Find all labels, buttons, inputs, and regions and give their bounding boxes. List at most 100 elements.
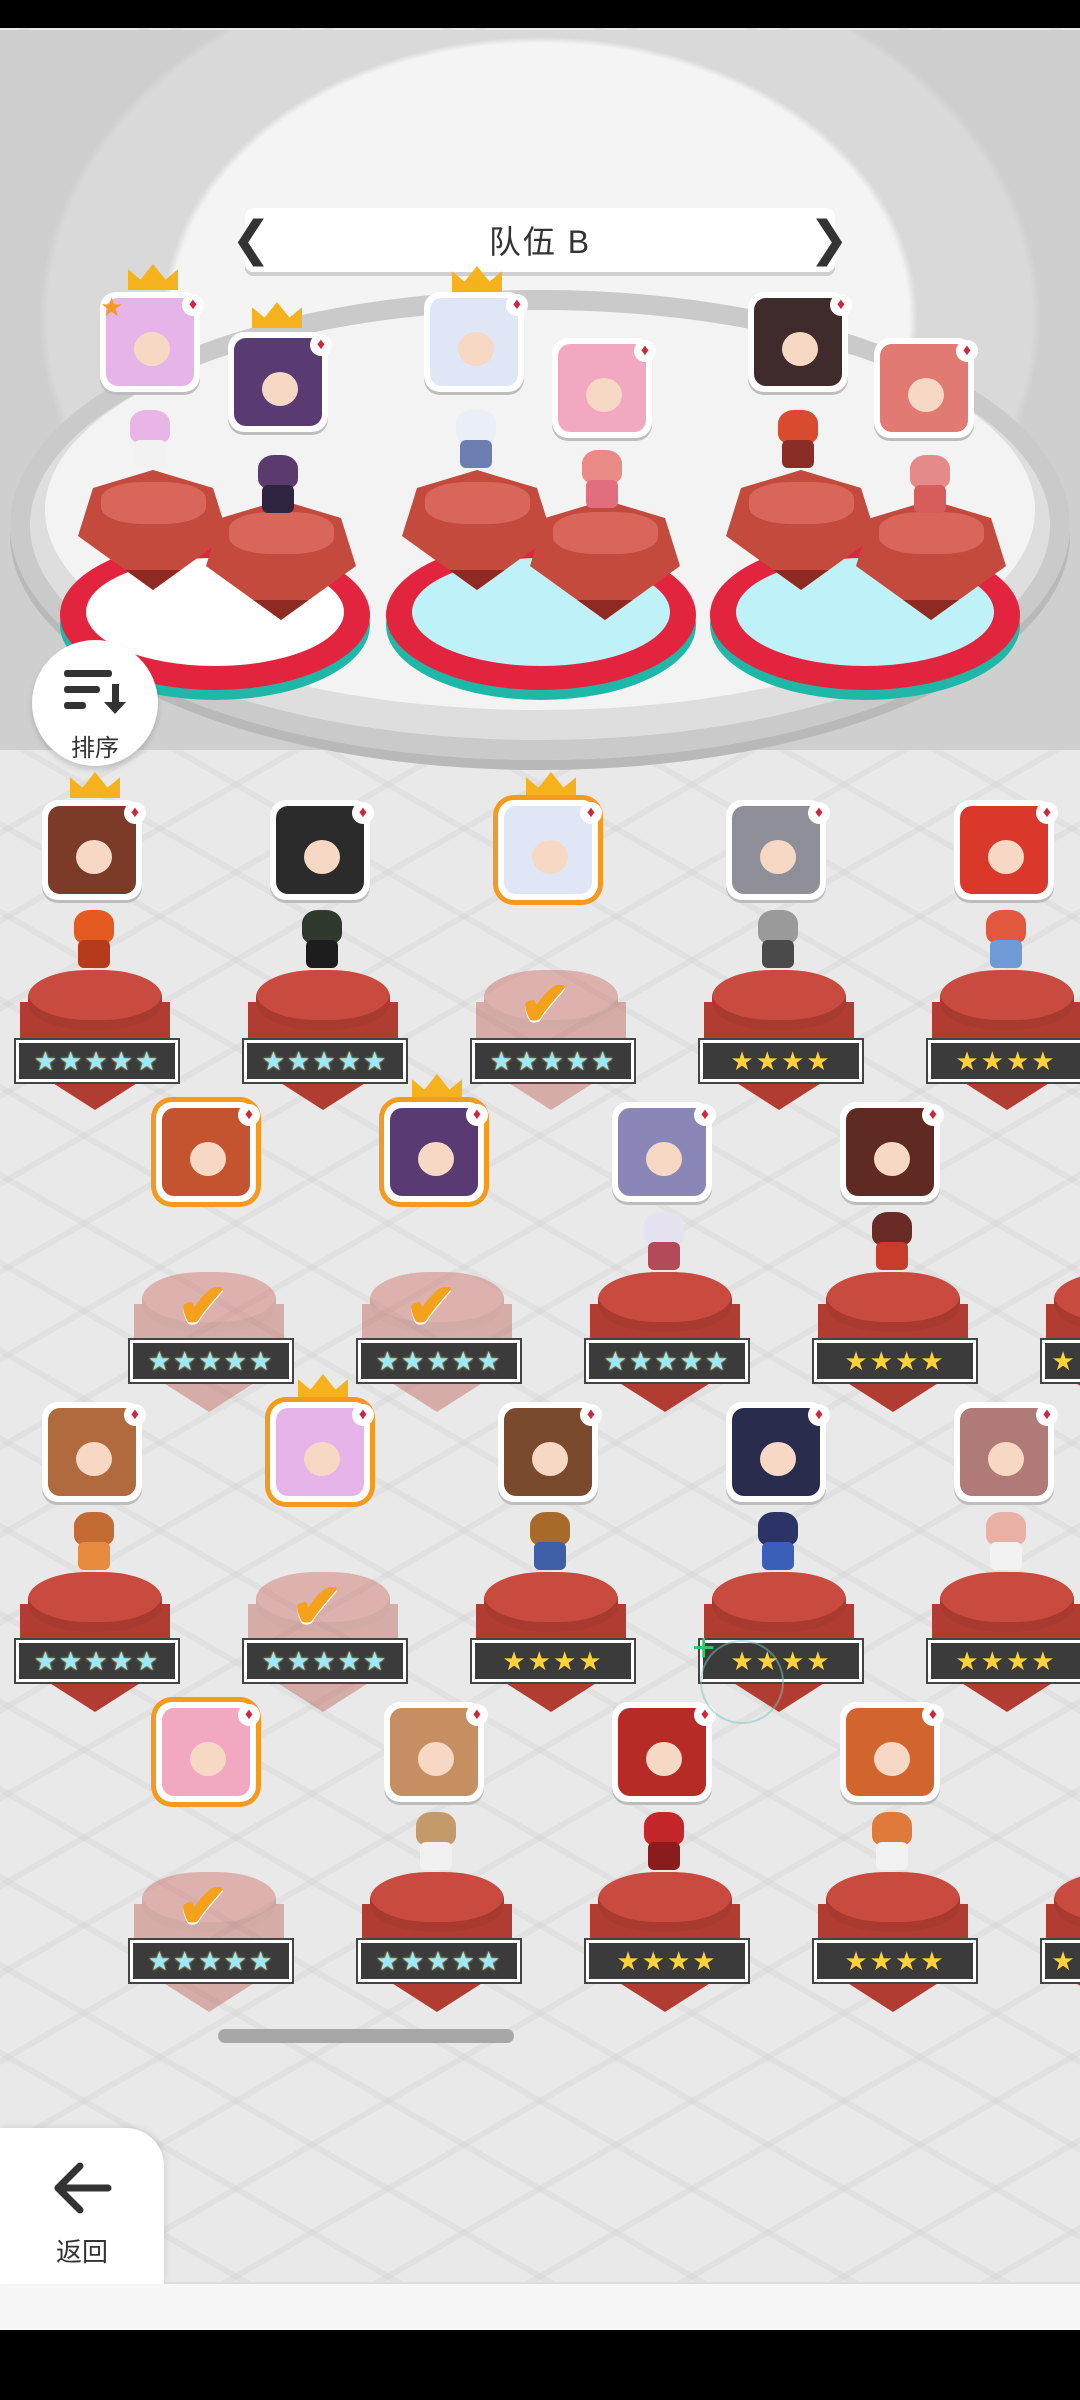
sort-icon bbox=[64, 670, 126, 714]
diamond-suit-icon: ♦ bbox=[634, 340, 656, 362]
rarity-stars: ★★★★★ bbox=[130, 1940, 292, 1982]
team-portrait-5[interactable]: ♦ bbox=[748, 292, 852, 392]
roster-portrait-selected[interactable]: ♦ bbox=[498, 800, 602, 900]
rarity-stars: ★★★★★ bbox=[472, 1040, 634, 1082]
roster-portrait[interactable]: ♦ bbox=[498, 1402, 602, 1502]
roster-sprite bbox=[64, 910, 124, 970]
roster-portrait[interactable]: ♦ bbox=[954, 800, 1058, 900]
team-sprite[interactable] bbox=[768, 410, 828, 470]
diamond-suit-icon: ♦ bbox=[352, 802, 374, 824]
diamond-suit-icon: ♦ bbox=[238, 1104, 260, 1126]
roster-pedestal[interactable] bbox=[20, 960, 170, 1110]
rarity-stars: ★★★★★ bbox=[586, 1340, 748, 1382]
roster-portrait-selected[interactable]: ♦ bbox=[384, 1102, 488, 1202]
roster-sprite bbox=[634, 1212, 694, 1272]
roster-pedestal[interactable] bbox=[818, 1862, 968, 2012]
scrollbar[interactable] bbox=[218, 2029, 514, 2043]
team-title: 队伍 B bbox=[488, 224, 592, 260]
roster-pedestal[interactable] bbox=[932, 1562, 1080, 1712]
team-portrait-4[interactable]: ♦ bbox=[552, 338, 656, 438]
rarity-stars: ★★★★★ bbox=[244, 1640, 406, 1682]
team-portrait-2[interactable]: ♦ bbox=[228, 332, 332, 432]
diamond-suit-icon: ♦ bbox=[808, 802, 830, 824]
chevron-right-icon[interactable]: ❯ bbox=[809, 214, 849, 266]
roster-sprite bbox=[976, 910, 1036, 970]
roster-sprite bbox=[862, 1212, 922, 1272]
diamond-suit-icon: ♦ bbox=[1036, 1404, 1058, 1426]
roster-pedestal[interactable] bbox=[932, 960, 1080, 1110]
touch-target-indicator bbox=[692, 1626, 784, 1724]
roster-portrait-selected[interactable]: ♦ bbox=[156, 1102, 260, 1202]
team-sprite[interactable] bbox=[248, 455, 308, 515]
system-nav-bar bbox=[0, 2330, 1080, 2400]
leader-crown-icon bbox=[70, 772, 120, 798]
team-sprite[interactable] bbox=[446, 410, 506, 470]
team-sprite[interactable] bbox=[572, 450, 632, 510]
roster-sprite bbox=[292, 910, 352, 970]
roster-sprite bbox=[64, 1512, 124, 1572]
roster-portrait-selected[interactable]: ♦ bbox=[156, 1702, 260, 1802]
diamond-suit-icon: ♦ bbox=[506, 294, 528, 316]
roster-pedestal[interactable] bbox=[248, 960, 398, 1110]
roster-sprite bbox=[406, 1812, 466, 1872]
roster-sprite bbox=[862, 1812, 922, 1872]
roster-portrait[interactable]: ♦ bbox=[612, 1702, 716, 1802]
team-portrait-3[interactable]: ♦ bbox=[424, 292, 528, 392]
roster-pedestal[interactable] bbox=[590, 1862, 740, 2012]
checkmark-icon: ✔ bbox=[291, 1572, 343, 1641]
team-portrait-6[interactable]: ♦ bbox=[874, 338, 978, 438]
rarity-stars: ★★★★ bbox=[814, 1940, 976, 1982]
diamond-suit-icon: ♦ bbox=[1036, 802, 1058, 824]
roster-sprite bbox=[520, 1512, 580, 1572]
roster-portrait[interactable]: ♦ bbox=[612, 1102, 716, 1202]
roster-sprite bbox=[976, 1512, 1036, 1572]
roster-pedestal[interactable] bbox=[1046, 1262, 1080, 1412]
roster-portrait[interactable]: ♦ bbox=[726, 1402, 830, 1502]
back-button[interactable]: 返回 bbox=[0, 2128, 164, 2284]
bottom-strip bbox=[0, 2282, 1080, 2332]
roster-portrait[interactable]: ♦ bbox=[954, 1402, 1058, 1502]
leader-crown-icon bbox=[412, 1074, 462, 1100]
diamond-suit-icon: ♦ bbox=[580, 802, 602, 824]
leader-crown-icon bbox=[526, 772, 576, 798]
roster-pedestal[interactable] bbox=[20, 1562, 170, 1712]
roster-portrait[interactable]: ♦ bbox=[726, 800, 830, 900]
rarity-stars: ★★★★★ bbox=[358, 1340, 520, 1382]
rarity-stars-clipped: ★ bbox=[1042, 1340, 1080, 1382]
checkmark-icon: ✔ bbox=[405, 1272, 457, 1341]
roster-portrait[interactable]: ♦ bbox=[42, 1402, 146, 1502]
roster-portrait[interactable]: ♦ bbox=[840, 1702, 944, 1802]
status-bar bbox=[0, 0, 1080, 28]
roster-pedestal[interactable] bbox=[818, 1262, 968, 1412]
rarity-stars: ★★★★★ bbox=[130, 1340, 292, 1382]
roster-pedestal[interactable] bbox=[590, 1262, 740, 1412]
roster-pedestal[interactable] bbox=[476, 1562, 626, 1712]
leader-crown-icon bbox=[298, 1374, 348, 1400]
roster-sprite bbox=[634, 1812, 694, 1872]
roster-portrait[interactable]: ♦ bbox=[840, 1102, 944, 1202]
game-screen: ❮ 队伍 B ❯ ♦ ★ ♦ ♦ ♦ ♦ ♦ 排序 ♦ ★★★★★ ♦ ★★★★… bbox=[0, 0, 1080, 2400]
roster-pedestal[interactable] bbox=[704, 960, 854, 1110]
checkmark-icon: ✔ bbox=[177, 1272, 229, 1341]
sort-button[interactable]: 排序 bbox=[32, 640, 158, 766]
roster-portrait[interactable]: ♦ bbox=[270, 800, 374, 900]
chevron-left-icon[interactable]: ❮ bbox=[231, 214, 271, 266]
diamond-suit-icon: ♦ bbox=[182, 294, 204, 316]
team-title-banner: ❮ 队伍 B ❯ bbox=[231, 208, 849, 272]
sort-label: 排序 bbox=[71, 735, 119, 762]
roster-portrait[interactable]: ♦ bbox=[384, 1702, 488, 1802]
checkmark-icon: ✔ bbox=[177, 1872, 229, 1941]
diamond-suit-icon: ♦ bbox=[310, 334, 332, 356]
roster-pedestal[interactable] bbox=[1046, 1862, 1080, 2012]
rarity-stars: ★★★★★ bbox=[244, 1040, 406, 1082]
roster-portrait-selected[interactable]: ♦ bbox=[270, 1402, 374, 1502]
rarity-stars: ★★★★ bbox=[586, 1940, 748, 1982]
roster-portrait[interactable]: ♦ bbox=[42, 800, 146, 900]
diamond-suit-icon: ♦ bbox=[124, 1404, 146, 1426]
roster-pedestal[interactable] bbox=[362, 1862, 512, 2012]
diamond-suit-icon: ♦ bbox=[808, 1404, 830, 1426]
team-sprite[interactable] bbox=[120, 410, 180, 470]
team-sprite[interactable] bbox=[900, 455, 960, 515]
rarity-stars: ★★★★ bbox=[928, 1040, 1080, 1082]
diamond-suit-icon: ♦ bbox=[352, 1404, 374, 1426]
